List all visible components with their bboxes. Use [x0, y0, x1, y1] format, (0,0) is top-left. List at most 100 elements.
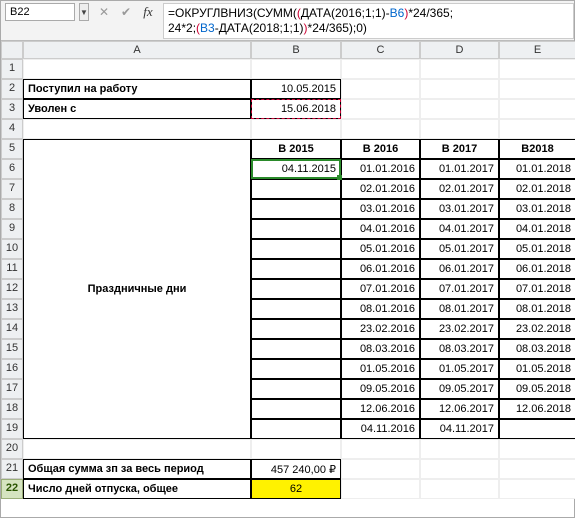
cell[interactable]: [499, 439, 575, 459]
cell[interactable]: [251, 119, 341, 139]
row-header[interactable]: 16: [1, 359, 23, 379]
name-box[interactable]: B22: [5, 3, 75, 21]
holiday-cell[interactable]: 06.01.2016: [341, 259, 420, 279]
holiday-cell[interactable]: 09.05.2017: [420, 379, 499, 399]
row-header[interactable]: 10: [1, 239, 23, 259]
cell[interactable]: [23, 119, 251, 139]
label-vacation-days[interactable]: Число дней отпуска, общее: [23, 479, 251, 499]
row-header[interactable]: 11: [1, 259, 23, 279]
col-header-e[interactable]: E: [499, 41, 575, 59]
holiday-cell[interactable]: 12.06.2018: [499, 399, 575, 419]
cancel-icon[interactable]: ✕: [97, 5, 111, 19]
holiday-cell[interactable]: 08.01.2017: [420, 299, 499, 319]
holiday-cell[interactable]: [251, 219, 341, 239]
row-header[interactable]: 6: [1, 159, 23, 179]
holiday-cell[interactable]: 02.01.2016: [341, 179, 420, 199]
holiday-cell[interactable]: [251, 259, 341, 279]
cell[interactable]: [341, 459, 420, 479]
row-header[interactable]: 22: [1, 479, 23, 499]
row-header[interactable]: 8: [1, 199, 23, 219]
cell[interactable]: [341, 59, 420, 79]
cell[interactable]: [499, 99, 575, 119]
holiday-cell[interactable]: 03.01.2016: [341, 199, 420, 219]
holiday-cell[interactable]: 23.02.2018: [499, 319, 575, 339]
holiday-cell[interactable]: 02.01.2018: [499, 179, 575, 199]
row-header[interactable]: 14: [1, 319, 23, 339]
cell[interactable]: [341, 479, 420, 499]
value-vacation-days[interactable]: 62: [251, 479, 341, 499]
cell[interactable]: [420, 99, 499, 119]
holiday-cell[interactable]: 04.01.2016: [341, 219, 420, 239]
holiday-cell[interactable]: 05.01.2017: [420, 239, 499, 259]
holiday-cell[interactable]: 09.05.2016: [341, 379, 420, 399]
cell[interactable]: [499, 119, 575, 139]
holiday-cell[interactable]: 01.05.2018: [499, 359, 575, 379]
holiday-cell[interactable]: 04.01.2017: [420, 219, 499, 239]
confirm-icon[interactable]: ✔: [119, 5, 133, 19]
cell[interactable]: [420, 479, 499, 499]
holiday-cell[interactable]: [251, 339, 341, 359]
holiday-cell[interactable]: [251, 419, 341, 439]
cell[interactable]: [341, 99, 420, 119]
holiday-cell[interactable]: 01.01.2017: [420, 159, 499, 179]
holiday-cell[interactable]: 08.01.2018: [499, 299, 575, 319]
cell[interactable]: [251, 439, 341, 459]
holiday-cell[interactable]: 03.01.2017: [420, 199, 499, 219]
cell[interactable]: [499, 79, 575, 99]
value-start-date[interactable]: 10.05.2015: [251, 79, 341, 99]
cell[interactable]: [341, 439, 420, 459]
label-fired[interactable]: Уволен с: [23, 99, 251, 119]
cell[interactable]: [499, 459, 575, 479]
row-header[interactable]: 21: [1, 459, 23, 479]
year-header[interactable]: В 2015: [251, 139, 341, 159]
holiday-cell[interactable]: 01.05.2017: [420, 359, 499, 379]
holiday-cell[interactable]: [251, 279, 341, 299]
value-fire-date[interactable]: 15.06.2018: [251, 99, 341, 119]
row-header[interactable]: 19: [1, 419, 23, 439]
holiday-cell[interactable]: [251, 239, 341, 259]
name-box-dropdown[interactable]: ▼: [79, 3, 89, 21]
holiday-cell[interactable]: 23.02.2016: [341, 319, 420, 339]
holiday-cell[interactable]: 05.01.2018: [499, 239, 575, 259]
holiday-cell[interactable]: 06.01.2017: [420, 259, 499, 279]
holiday-cell[interactable]: [251, 379, 341, 399]
holiday-cell[interactable]: 07.01.2016: [341, 279, 420, 299]
cell[interactable]: [23, 59, 251, 79]
row-header[interactable]: 9: [1, 219, 23, 239]
holiday-cell[interactable]: 04.01.2018: [499, 219, 575, 239]
value-total-sum[interactable]: 457 240,00 ₽: [251, 459, 341, 479]
cell[interactable]: [251, 59, 341, 79]
holiday-cell[interactable]: 23.02.2017: [420, 319, 499, 339]
cell[interactable]: [420, 439, 499, 459]
holiday-cell[interactable]: 07.01.2017: [420, 279, 499, 299]
select-all-corner[interactable]: [1, 41, 23, 59]
row-header[interactable]: 4: [1, 119, 23, 139]
cell[interactable]: [420, 459, 499, 479]
row-header[interactable]: 17: [1, 379, 23, 399]
label-start-work[interactable]: Поступил на работу: [23, 79, 251, 99]
holiday-cell[interactable]: 01.01.2016: [341, 159, 420, 179]
cell[interactable]: [23, 439, 251, 459]
holiday-cell[interactable]: 04.11.2015: [251, 159, 341, 179]
holiday-cell[interactable]: 08.03.2016: [341, 339, 420, 359]
row-header[interactable]: 12: [1, 279, 23, 299]
holiday-cell[interactable]: [251, 179, 341, 199]
holiday-cell[interactable]: 12.06.2017: [420, 399, 499, 419]
holiday-cell[interactable]: [251, 319, 341, 339]
holiday-cell[interactable]: 04.11.2017: [420, 419, 499, 439]
row-header[interactable]: 15: [1, 339, 23, 359]
col-header-c[interactable]: C: [341, 41, 420, 59]
row-header[interactable]: 5: [1, 139, 23, 159]
cell[interactable]: [499, 479, 575, 499]
row-header[interactable]: 18: [1, 399, 23, 419]
label-total-sum[interactable]: Общая сумма зп за весь период: [23, 459, 251, 479]
year-header[interactable]: В 2017: [420, 139, 499, 159]
holiday-cell[interactable]: 03.01.2018: [499, 199, 575, 219]
holiday-cell[interactable]: [251, 199, 341, 219]
formula-input[interactable]: =ОКРУГЛВНИЗ(СУММ((ДАТА(2016;1;1)-B6)*24/…: [163, 3, 574, 39]
spreadsheet-grid[interactable]: A B C D E 1 2 Поступил на работу 10.05.2…: [1, 41, 574, 499]
row-header[interactable]: 20: [1, 439, 23, 459]
holiday-cell[interactable]: 07.01.2018: [499, 279, 575, 299]
holiday-cell[interactable]: 12.06.2016: [341, 399, 420, 419]
holiday-cell[interactable]: [251, 399, 341, 419]
